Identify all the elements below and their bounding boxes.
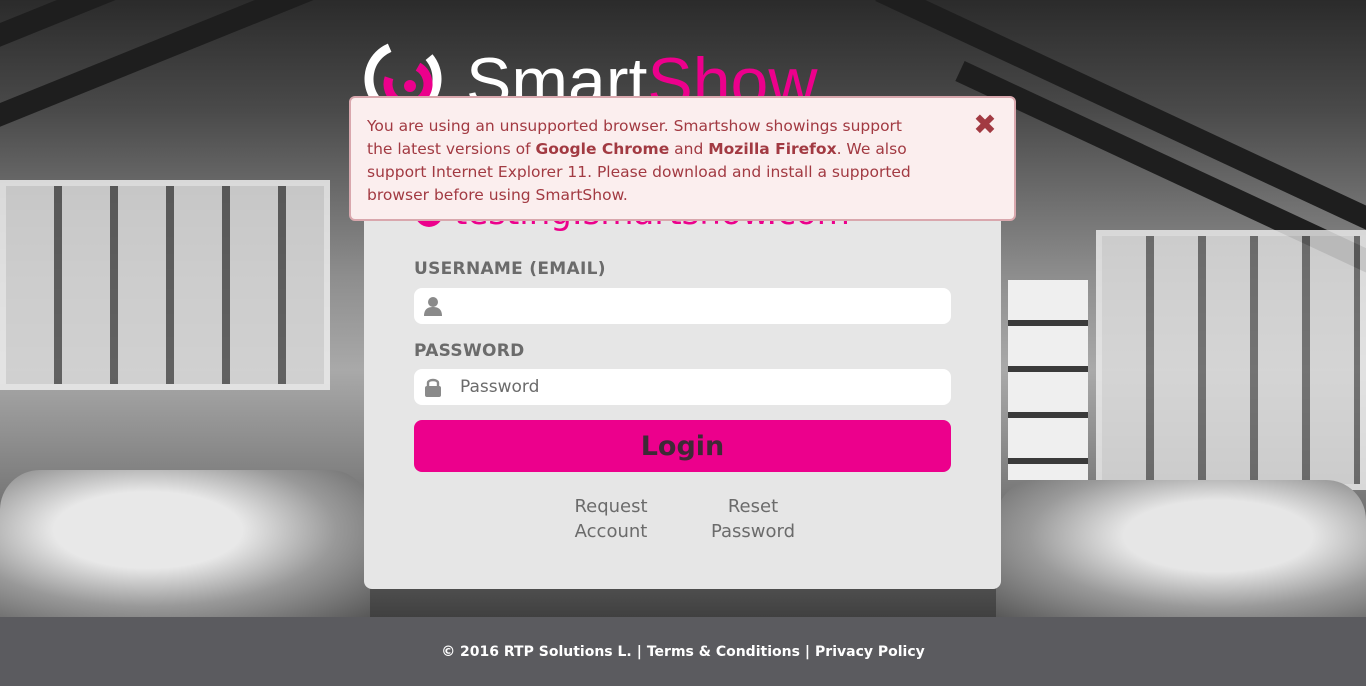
terms-link[interactable]: Terms & Conditions — [647, 644, 800, 660]
reset-password-link[interactable]: Reset Password — [700, 494, 806, 544]
request-account-line1: Request — [574, 496, 648, 517]
login-button[interactable]: Login — [414, 420, 951, 472]
copyright-text: © 2016 RTP Solutions L. — [441, 643, 632, 660]
reset-password-line2: Password — [710, 521, 796, 542]
request-account-line2: Account — [574, 521, 648, 542]
alert-line-2: the latest versions of Google Chrome and… — [367, 140, 907, 158]
password-label: PASSWORD — [414, 341, 525, 361]
password-field-wrapper[interactable] — [414, 369, 951, 405]
close-x-icon[interactable]: ✖ — [972, 111, 998, 139]
left-window — [0, 180, 330, 390]
request-account-link[interactable]: Request Account — [556, 494, 666, 544]
firefox-name: Mozilla Firefox — [708, 140, 837, 158]
privacy-link[interactable]: Privacy Policy — [815, 644, 925, 660]
username-label: USERNAME (EMAIL) — [414, 259, 606, 279]
alert-line-4: browser before using SmartShow. — [367, 186, 628, 204]
reset-password-line1: Reset — [727, 496, 779, 517]
alert-line-1: You are using an unsupported browser. Sm… — [367, 117, 902, 135]
username-input[interactable] — [460, 288, 940, 324]
alert-line-3: support Internet Explorer 11. Please dow… — [367, 163, 911, 181]
password-input[interactable] — [460, 369, 940, 405]
lock-icon — [425, 378, 441, 397]
footer-separator: | — [804, 643, 811, 660]
right-sofa — [996, 480, 1366, 617]
right-window — [1096, 230, 1366, 490]
left-sofa — [0, 470, 370, 617]
footer: © 2016 RTP Solutions L. | Terms & Condit… — [0, 617, 1366, 686]
username-field-wrapper[interactable] — [414, 288, 951, 324]
user-icon — [424, 297, 442, 316]
bookshelf — [1008, 280, 1088, 480]
chrome-name: Google Chrome — [535, 140, 670, 158]
footer-separator: | — [636, 643, 642, 660]
unsupported-browser-alert: You are using an unsupported browser. Sm… — [349, 96, 1016, 221]
